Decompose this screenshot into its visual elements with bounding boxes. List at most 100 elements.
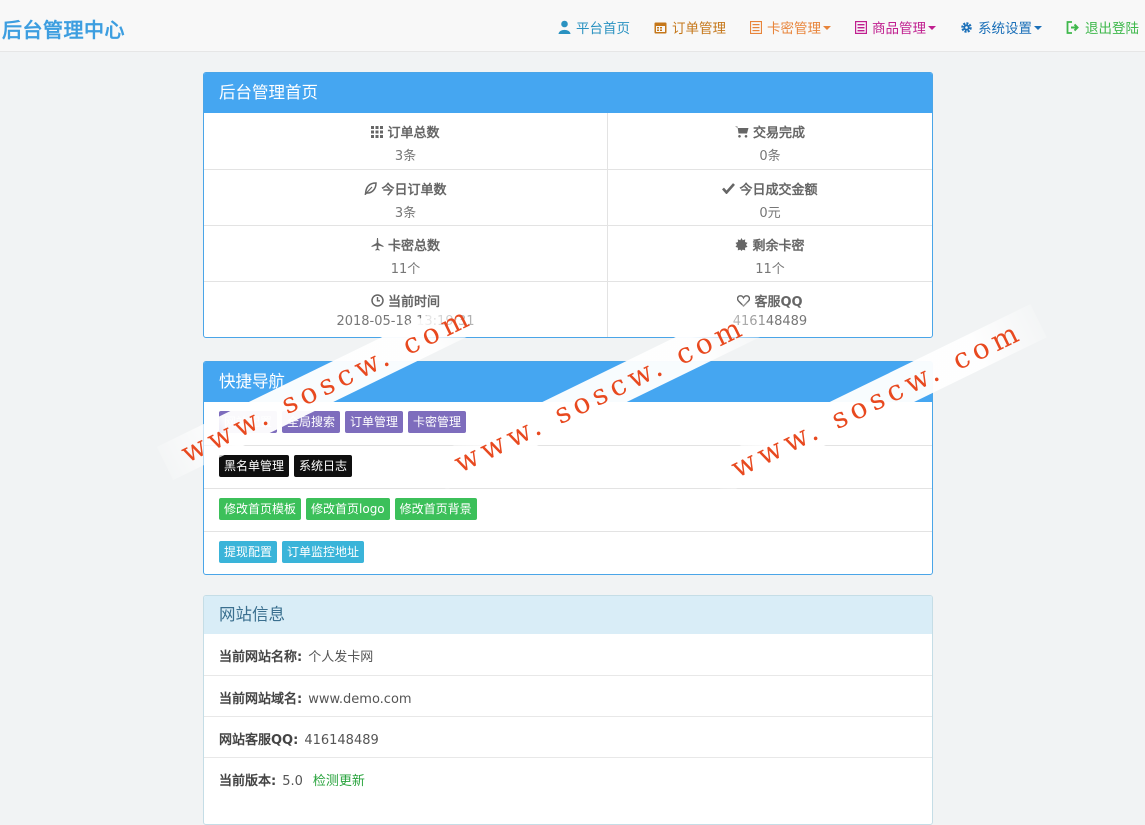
- stat-title: 卡密总数: [204, 235, 607, 254]
- caret-down-icon: [1034, 26, 1042, 30]
- nav-item-4[interactable]: 商品管理: [855, 17, 936, 37]
- stat-label: 当前时间: [387, 295, 440, 310]
- site-info-panel: 网站信息 当前网站名称: 个人发卡网当前网站域名: www.demo.com 网站客服…: [203, 595, 933, 825]
- stat-cell: 交易完成 0条: [608, 113, 932, 169]
- stat-title: 今日订单数: [204, 179, 607, 198]
- quick-nav-button[interactable]: 网站配置: [219, 411, 278, 433]
- stat-cell: 今日订单数 3条: [204, 169, 608, 225]
- stat-label: 交易完成: [752, 126, 805, 141]
- site-info-row: 当前网站域名: www.demo.com: [204, 675, 932, 716]
- check-icon: [722, 183, 736, 194]
- caret-down-icon: [823, 26, 831, 30]
- quick-nav-button[interactable]: 系统日志: [294, 455, 353, 477]
- stat-cell: 剩余卡密 11个: [608, 225, 932, 281]
- brand-title[interactable]: 后台管理中心: [2, 14, 125, 43]
- nav-item-5[interactable]: 系统设置: [960, 17, 1042, 37]
- stat-label: 订单总数: [387, 126, 440, 141]
- caret-down-icon: [928, 26, 936, 30]
- quick-nav-button[interactable]: 修改首页logo: [306, 498, 390, 520]
- stat-value: 3条: [394, 206, 417, 221]
- nav-item-3[interactable]: 卡密管理: [750, 17, 831, 37]
- quick-nav-title: 快捷导航: [204, 362, 932, 402]
- main-nav: 平台首页 订单管理 卡密管理 商品管理 系统设置 退出登陆: [534, 17, 1139, 37]
- quick-nav-button[interactable]: 修改首页模板: [219, 498, 302, 520]
- site-info-value: 416148489: [304, 733, 379, 748]
- nav-item-label: 退出登陆: [1085, 21, 1139, 37]
- check-update-link[interactable]: 检测更新: [313, 774, 365, 789]
- grid-icon: [371, 125, 384, 138]
- site-info-body: 当前网站名称: 个人发卡网当前网站域名: www.demo.com 网站客服QQ: 41…: [204, 634, 932, 798]
- stat-value: 11个: [390, 262, 421, 277]
- nav-item-label: 系统设置: [978, 21, 1032, 37]
- stat-value: 0条: [759, 149, 781, 164]
- stat-cell: 卡密总数 11个: [204, 225, 608, 281]
- site-info-label: 当前版本:: [219, 774, 277, 789]
- stat-title: 订单总数: [204, 122, 607, 141]
- quick-nav-button[interactable]: 卡密管理: [408, 411, 467, 433]
- quick-nav-row: 黑名单管理 系统日志: [204, 445, 932, 488]
- stat-label: 今日成交金额: [739, 183, 818, 198]
- nav-item-label: 卡密管理: [767, 21, 821, 37]
- site-info-row: 网站客服QQ: 416148489: [204, 716, 932, 757]
- quick-nav-panel: 快捷导航 网站配置 全局搜索 订单管理 卡密管理 黑名单管理 系统日志 修改首页模板 修改首页…: [203, 361, 933, 575]
- stat-title: 客服QQ: [608, 291, 932, 310]
- nav-item-6[interactable]: 退出登陆: [1066, 17, 1139, 37]
- nav-item-label: 订单管理: [672, 21, 726, 37]
- book-icon: [855, 20, 867, 34]
- list-icon: [750, 20, 762, 34]
- quick-nav-body: 网站配置 全局搜索 订单管理 卡密管理 黑名单管理 系统日志 修改首页模板 修改首页logo 修…: [204, 402, 932, 574]
- quick-nav-button[interactable]: 黑名单管理: [219, 455, 290, 477]
- quick-nav-row: 提现配置 订单监控地址: [204, 531, 932, 574]
- nav-item-label: 商品管理: [872, 21, 926, 37]
- stat-cell: 今日成交金额 0元: [608, 169, 932, 225]
- stat-title: 今日成交金额: [608, 179, 932, 198]
- leaf-icon: [364, 182, 378, 195]
- gear-icon: [960, 21, 973, 34]
- quick-nav-button[interactable]: 全局搜索: [282, 411, 341, 433]
- site-info-row: 当前版本: 5.0 检测更新: [204, 757, 932, 798]
- stat-value: 0元: [759, 206, 781, 221]
- stat-label: 剩余卡密: [752, 239, 805, 254]
- user-icon: [558, 20, 571, 34]
- quick-nav-button[interactable]: 修改首页背景: [394, 498, 477, 520]
- stat-label: 卡密总数: [387, 239, 440, 254]
- stat-value: 11个: [755, 262, 785, 277]
- site-info-value: 个人发卡网: [308, 650, 374, 665]
- stat-value: 2018-05-18 13:19:31: [336, 314, 475, 329]
- stat-cell: 订单总数 3条: [204, 113, 608, 169]
- stat-title: 剩余卡密: [608, 235, 932, 254]
- quick-nav-row: 网站配置 全局搜索 订单管理 卡密管理: [204, 402, 932, 445]
- logout-icon: [1066, 20, 1080, 34]
- stat-value: 416148489: [732, 314, 808, 329]
- home-panel-title: 后台管理首页: [204, 73, 932, 113]
- top-navbar: 后台管理中心 平台首页 订单管理 卡密管理 商品管理 系统设置 退出登陆: [0, 0, 1145, 52]
- stat-cell: 客服QQ 416148489: [608, 281, 932, 337]
- site-info-label: 当前网站名称:: [219, 650, 303, 665]
- stat-label: 客服QQ: [754, 295, 803, 310]
- site-info-label: 当前网站域名:: [219, 692, 303, 707]
- quick-nav-row: 修改首页模板 修改首页logo 修改首页背景: [204, 488, 932, 531]
- calendar-icon: [654, 21, 667, 34]
- site-info-value: 5.0: [282, 774, 303, 789]
- nav-item-2[interactable]: 订单管理: [654, 17, 726, 37]
- nav-item-1[interactable]: 平台首页: [558, 17, 630, 37]
- site-info-value: www.demo.com: [308, 692, 412, 707]
- stat-title: 当前时间: [204, 291, 607, 310]
- stat-value: 3条: [394, 149, 417, 164]
- plane-icon: [371, 238, 384, 251]
- stats-grid: 订单总数 3条 交易完成 0条 今日订单数 3条 今日成交金额 0元 卡密总数 11个 剩余卡密 11…: [204, 113, 932, 337]
- quick-nav-button[interactable]: 订单监控地址: [282, 541, 365, 563]
- quick-nav-button[interactable]: 订单管理: [345, 411, 404, 433]
- nav-item-label: 平台首页: [576, 21, 630, 37]
- quick-nav-button[interactable]: 提现配置: [219, 541, 278, 563]
- stat-label: 今日订单数: [381, 183, 447, 198]
- cart-icon: [734, 126, 749, 138]
- heart-icon: [737, 294, 751, 307]
- stat-cell: 当前时间 2018-05-18 13:19:31: [204, 281, 608, 337]
- home-panel: 后台管理首页 订单总数 3条 交易完成 0条 今日订单数 3条 今日成交金额 0元 卡密总数 11…: [203, 72, 933, 338]
- certificate-icon: [735, 238, 748, 251]
- site-info-title: 网站信息: [204, 596, 932, 634]
- clock-icon: [371, 294, 384, 307]
- stat-title: 交易完成: [608, 122, 932, 141]
- site-info-row: 当前网站名称: 个人发卡网: [204, 634, 932, 675]
